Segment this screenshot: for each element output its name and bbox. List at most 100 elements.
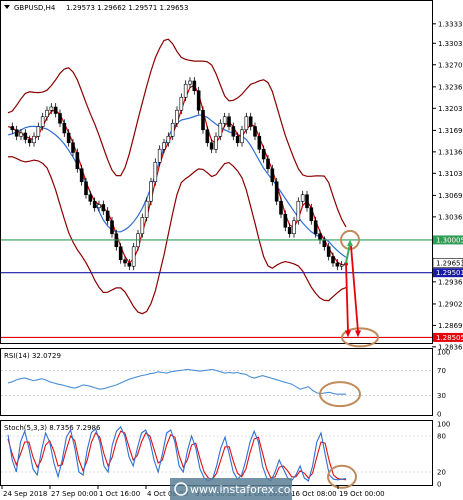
candle-body xyxy=(201,109,205,131)
ohlc-values: 1.29573 1.29662 1.29571 1.29653 xyxy=(66,4,188,12)
candle-body xyxy=(153,161,158,183)
candle-body xyxy=(92,200,97,209)
candle-body xyxy=(274,181,279,202)
price-tick-label: 1.32030 xyxy=(438,105,463,113)
price-tick-label: 1.30360 xyxy=(438,213,463,221)
candle-body xyxy=(188,80,192,85)
candle-body xyxy=(36,126,41,137)
candle-body xyxy=(240,129,244,144)
indicator-tick-label: 30 xyxy=(437,392,446,400)
candle-body xyxy=(261,148,266,160)
watermark-text: www.instaforex.com xyxy=(190,483,301,496)
time-tick-label: 24 Sep 2018 xyxy=(3,490,47,498)
candle-body xyxy=(84,181,88,196)
candle-body xyxy=(335,262,340,267)
candle-body xyxy=(97,204,101,209)
candle-body xyxy=(58,113,62,124)
candle-body xyxy=(326,246,331,257)
candle-body xyxy=(179,96,184,111)
candle-body xyxy=(183,83,188,98)
indicator-tick-label: 100 xyxy=(437,349,450,357)
candle-body xyxy=(253,126,257,137)
candle-body xyxy=(209,142,214,150)
candle-body xyxy=(279,200,283,215)
indicator-tick-label: 0 xyxy=(437,411,441,419)
candle-body xyxy=(175,109,179,124)
candle-body xyxy=(127,262,132,267)
rsi-panel-frame xyxy=(0,348,433,416)
candle-body xyxy=(300,194,305,202)
candle-body xyxy=(205,129,210,144)
stoch-label: Stoch(5,3,3) 8.7356 7.2986 xyxy=(4,424,101,432)
price-tick-label: 1.31360 xyxy=(438,148,463,156)
level-price-label: 1.28505 xyxy=(436,334,463,342)
level-price-label: 1.30005 xyxy=(436,236,463,244)
level-price-label: 1.29501 xyxy=(436,269,463,277)
price-tick-label: 1.33330 xyxy=(438,20,463,28)
candle-body xyxy=(23,132,28,140)
candle-body xyxy=(45,109,49,118)
candle-body xyxy=(140,217,145,235)
candle-body xyxy=(71,142,75,153)
symbol-timeframe: GBPUSD,H4 xyxy=(14,4,56,12)
price-tick-label: 1.28690 xyxy=(438,322,463,330)
price-tick-label: 1.31030 xyxy=(438,170,463,178)
candle-body xyxy=(66,132,71,144)
chart-canvas: GBPUSD,H4 1.29573 1.29662 1.29571 1.2965… xyxy=(0,0,463,500)
indicator-tick-label: 80 xyxy=(437,433,446,441)
price-tick-label: 1.32700 xyxy=(438,61,463,69)
candle-body xyxy=(101,204,106,212)
candle-body xyxy=(144,200,149,218)
price-tick-label: 1.32360 xyxy=(438,83,463,91)
candle-body xyxy=(244,116,249,131)
candle-body xyxy=(313,220,318,235)
indicator-tick-label: 20 xyxy=(437,469,446,477)
candle-body xyxy=(287,226,292,235)
candle-body xyxy=(170,122,175,137)
candle-body xyxy=(322,239,327,248)
candle-body xyxy=(235,135,240,144)
candle-body xyxy=(318,233,322,241)
candle-body xyxy=(10,126,15,131)
candle-body xyxy=(214,135,218,150)
time-tick-label: 1 Oct 16:00 xyxy=(99,490,140,498)
candle-body xyxy=(192,80,197,92)
candle-body xyxy=(105,210,110,222)
indicator-tick-label: 70 xyxy=(437,367,446,375)
candle-body xyxy=(131,246,136,267)
candle-body xyxy=(283,213,288,228)
candle-body xyxy=(266,158,270,170)
candle-body xyxy=(296,200,301,222)
candle-body xyxy=(75,152,80,170)
candle-body xyxy=(62,122,67,134)
candle-body xyxy=(118,246,123,261)
candle-body xyxy=(123,259,127,264)
indicator-tick-label: 100 xyxy=(437,421,450,429)
candle-body xyxy=(32,135,36,144)
candle-body xyxy=(222,116,227,124)
indicator-tick-label: 0 xyxy=(437,481,441,489)
watermark: www.instaforex.com xyxy=(170,478,301,500)
candle-body xyxy=(227,116,231,127)
price-tick-label: 1.31690 xyxy=(438,127,463,135)
main-panel-frame xyxy=(0,0,433,344)
candle-body xyxy=(305,194,309,209)
level-price-label: 1.29653 xyxy=(436,259,463,267)
rsi-label: RSI(14) 32.0729 xyxy=(4,352,61,360)
candle-body xyxy=(339,264,344,267)
candle-body xyxy=(162,142,166,150)
candle-body xyxy=(149,181,153,202)
time-tick-label: 27 Sep 00:00 xyxy=(51,490,98,498)
candle-body xyxy=(196,90,201,111)
candle-body xyxy=(27,139,32,144)
candle-body xyxy=(166,135,171,144)
candle-body xyxy=(231,126,236,137)
candle-body xyxy=(270,168,275,183)
candle-body xyxy=(53,106,58,114)
candle-body xyxy=(88,194,93,202)
candle-body xyxy=(40,116,45,127)
candle-body xyxy=(157,148,162,163)
candle-body xyxy=(110,220,114,235)
candle-body xyxy=(257,135,262,150)
candle-body xyxy=(218,122,223,137)
